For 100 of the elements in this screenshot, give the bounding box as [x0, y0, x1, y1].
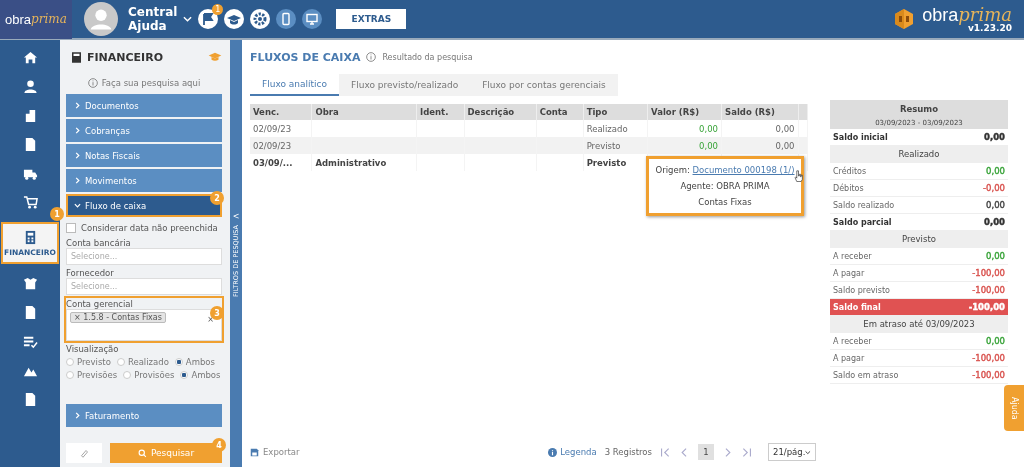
column-header[interactable]: Conta — [536, 104, 584, 120]
radio-label: Previsões — [77, 370, 118, 380]
tag-chip[interactable]: × 1.5.8 - Contas Fixas — [70, 312, 166, 323]
table-cell: 0,00 — [775, 123, 795, 134]
info-text: Resultado da pesquisa — [382, 52, 473, 62]
table-cell: 0,00 — [699, 140, 719, 151]
radio-button[interactable] — [66, 358, 74, 366]
field-label: Visualização — [66, 344, 120, 354]
summary-label: Saldo em atraso — [833, 370, 899, 380]
summary-value: 0,00 — [986, 336, 1005, 346]
extras-button[interactable]: EXTRAS — [336, 9, 407, 29]
radio-label: Realizado — [127, 357, 169, 367]
info-icon — [366, 52, 377, 62]
caret-icon — [805, 449, 811, 455]
table-cell: 02/09/23 — [253, 140, 292, 151]
radio-label: Previsto — [77, 357, 111, 367]
table-cell: 02/09/23 — [253, 123, 292, 134]
select-field[interactable]: Selecione... — [66, 248, 222, 265]
summary-value: -100,00 — [972, 285, 1005, 295]
calculator-icon — [72, 51, 81, 63]
save-icon — [250, 447, 259, 457]
radio-button[interactable] — [123, 371, 132, 379]
summary-label: Saldo realizado — [833, 200, 895, 210]
summary-value: 0,00 — [986, 251, 1005, 261]
summary-value: 0,00 — [986, 200, 1005, 210]
radio-button[interactable] — [180, 371, 189, 379]
radio-label: Ambos — [191, 370, 221, 380]
column-header[interactable]: Descrição — [464, 104, 537, 120]
summary-label: Saldo inicial — [833, 132, 888, 142]
table-cell: Previsto — [586, 140, 621, 151]
field-label: Conta bancária — [66, 238, 132, 248]
record-count: 3 Registros — [604, 447, 652, 457]
notification-badge: 1 — [212, 4, 224, 15]
graduation-cap-icon[interactable] — [224, 9, 245, 29]
chevron-icon — [74, 152, 81, 159]
column-header[interactable]: Valor (R$) — [647, 104, 722, 120]
summary-label: Saldo parcial — [833, 217, 892, 227]
tab[interactable]: Fluxo previsto/realizado — [339, 74, 471, 96]
summary-label: Saldo previsto — [833, 285, 890, 295]
page-number[interactable]: 1 — [698, 444, 714, 460]
field-label: Fornecedor — [66, 268, 115, 278]
tab[interactable]: Fluxo por contas gerenciais — [470, 74, 618, 96]
field-label: Conta gerencial — [66, 299, 134, 309]
radio-label: Provisões — [134, 370, 175, 380]
radio-button[interactable] — [174, 358, 183, 366]
radio-button[interactable] — [66, 371, 74, 379]
summary-value: 0,00 — [984, 132, 1005, 142]
origin-label: Origem: — [655, 165, 690, 175]
summary-label: A pagar — [833, 353, 865, 363]
chevron-icon — [74, 177, 81, 184]
logo[interactable]: obraprima — [0, 0, 72, 39]
legend-link[interactable]: Legenda — [548, 447, 597, 457]
table-cell: 03/09/... — [253, 157, 293, 168]
agent-text: Agente: OBRA PRIMA — [680, 181, 770, 191]
checkbox[interactable] — [66, 223, 76, 233]
settings-icon[interactable] — [250, 9, 271, 29]
checkbox-label: Considerar data não preenchida — [81, 223, 218, 233]
column-header[interactable]: Obra — [311, 104, 417, 120]
export-link[interactable]: Exportar — [250, 447, 300, 457]
table-cell: Realizado — [586, 123, 628, 134]
chevron-icon — [74, 102, 81, 109]
summary-label: A receber — [833, 336, 872, 346]
user-name[interactable]: Central Ajuda — [128, 5, 178, 33]
summary-label: Saldo final — [833, 302, 881, 312]
monitor-icon[interactable] — [302, 9, 323, 29]
table-cell: 0,00 — [775, 140, 795, 151]
person-icon — [22, 79, 38, 94]
column-header[interactable]: Saldo (R$) — [721, 104, 798, 120]
checklist-icon — [22, 334, 38, 349]
info-icon — [87, 78, 98, 88]
summary-value: -0,00 — [983, 183, 1005, 193]
eraser-icon — [79, 448, 89, 458]
summary-label: A receber — [833, 251, 872, 261]
version-text: v1.23.20 — [968, 23, 1012, 33]
column-header[interactable]: Tipo — [583, 104, 648, 120]
info-icon — [548, 447, 558, 457]
page-size-select[interactable]: 21/pág. — [768, 443, 816, 461]
panel-title: FINANCEIRO — [87, 50, 165, 64]
summary-section-title: Em atraso até 03/09/2023 — [830, 316, 1008, 333]
page-title: FLUXOS DE CAIXA — [250, 50, 361, 64]
home-icon — [22, 50, 38, 65]
table-cell: Administrativo — [315, 157, 387, 168]
column-header[interactable]: Venc. — [250, 104, 312, 120]
summary-value: -100,00 — [968, 302, 1005, 312]
summary-value: -100,00 — [972, 353, 1005, 363]
summary-section-title: Previsto — [830, 231, 1008, 248]
cart-icon — [22, 195, 38, 210]
document-link[interactable]: Documento 000198 (1/) — [692, 165, 795, 175]
summary-label: A pagar — [833, 268, 865, 278]
phone-icon[interactable] — [276, 9, 297, 29]
hint-text: Faça sua pesquisa aqui — [101, 78, 201, 88]
column-header[interactable]: Ident. — [416, 104, 465, 120]
select-field[interactable]: Selecione... — [66, 278, 222, 295]
chevron-icon — [74, 202, 81, 209]
summary-section-title: Realizado — [830, 146, 1008, 163]
avatar-icon[interactable] — [84, 2, 118, 36]
summary-label: Créditos — [833, 166, 867, 176]
radio-button[interactable] — [116, 358, 125, 366]
account-text: Contas Fixas — [698, 197, 752, 207]
caret-icon[interactable] — [183, 16, 193, 22]
